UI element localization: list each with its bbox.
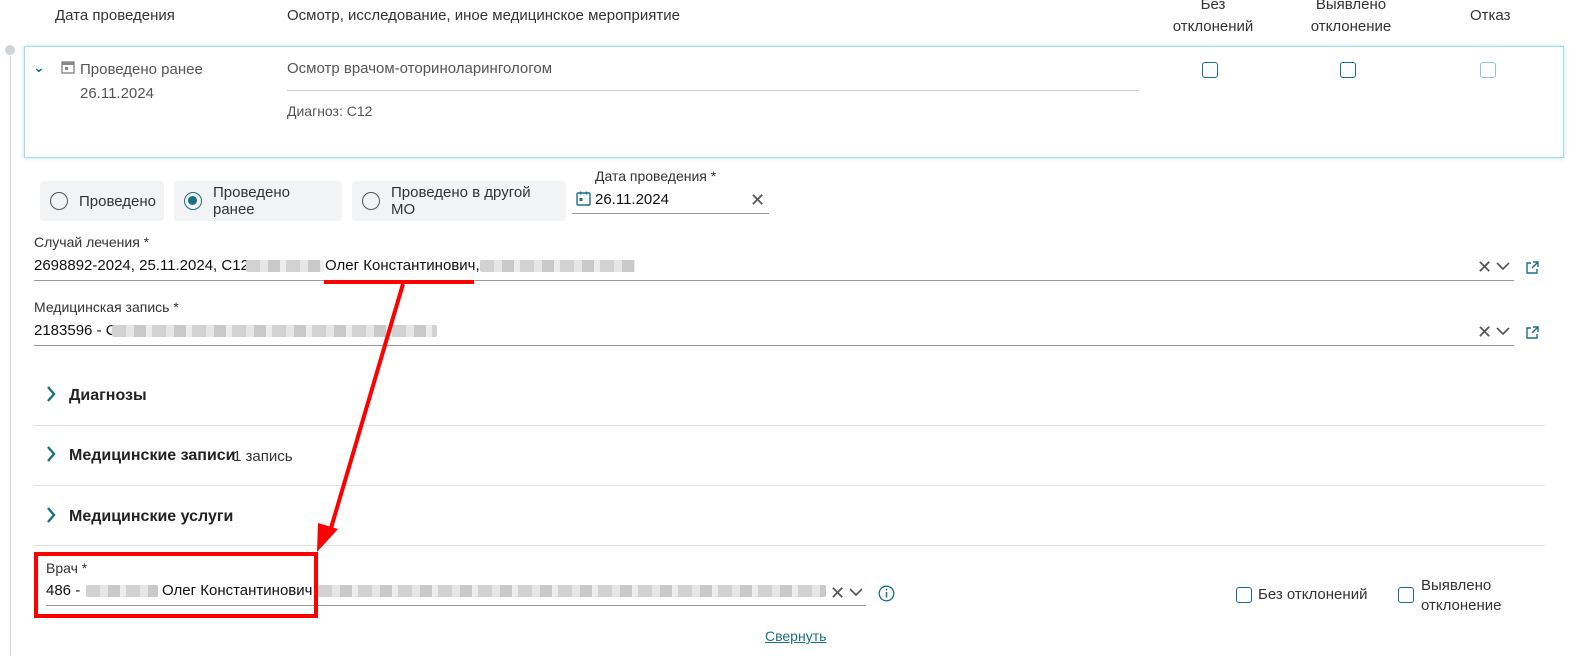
annotation-highlight-box: [34, 552, 318, 618]
